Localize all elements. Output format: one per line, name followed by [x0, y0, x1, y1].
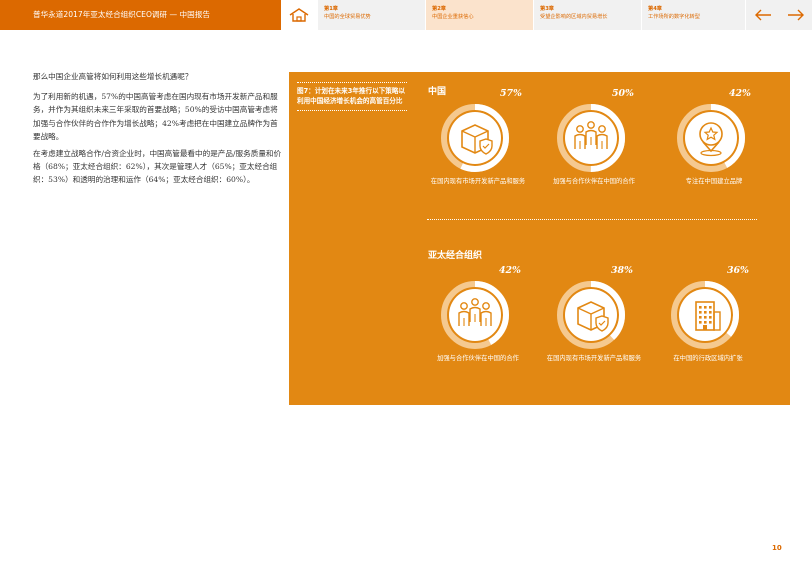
ring-center [679, 289, 731, 341]
chapter-number: 第4章 [648, 6, 662, 12]
stat-percent: 50% [612, 88, 634, 99]
stat-label: 加强与合作伙伴在中国的合作 [553, 178, 635, 185]
stat-ring [441, 104, 509, 172]
chapter-title: 工作场所的数字化转型 [648, 14, 700, 20]
intro-question: 那么中国企业高管将如何利用这些增长机遇呢？ [33, 72, 193, 81]
body-text: 那么中国企业高管将如何利用这些增长机遇呢？ 为了利用新的机遇，57%的中国高管考… [33, 70, 283, 191]
stat-label: 加强与合作伙伴在中国的合作 [437, 355, 519, 362]
stat-label: 在国内现有市场开发新产品和服务 [546, 355, 642, 362]
stat-ring [441, 281, 509, 349]
next-page-button[interactable] [785, 5, 807, 25]
ring-center [685, 112, 737, 164]
stat-label: 在中国的行政区域内扩张 [673, 355, 743, 362]
stat-percent: 42% [499, 265, 521, 276]
top-navigation: 普华永道2017年亚太经合组织CEO调研 — 中国报告 第1章 中国的全球贸易优… [0, 0, 812, 30]
chapter-number: 第3章 [540, 6, 554, 12]
chapter-tab-1[interactable]: 第1章 中国的全球贸易优势 [317, 0, 425, 30]
arrow-left-icon [754, 9, 771, 21]
paragraph-1: 为了利用新的机遇，57%的中国高管考虑在国内现有市场开发新产品和服务，并作为其组… [33, 92, 278, 141]
stat-percent: 38% [611, 265, 633, 276]
section-title-china: 中国 [428, 87, 447, 97]
chapter-tab-2[interactable]: 第2章 中国企业重获信心 [425, 0, 533, 30]
chapter-tab-4[interactable]: 第4章 工作场所的数字化转型 [641, 0, 745, 30]
stat-ring [557, 281, 625, 349]
chapter-tab-3[interactable]: 第3章 受望企影响的区域内贸易增长 [533, 0, 641, 30]
prev-page-button[interactable] [752, 5, 774, 25]
arrow-right-icon [787, 9, 804, 21]
page-number: 10 [772, 544, 782, 552]
figure-panel: 图7：计划在未来3年推行以下策略以利用中国经济增长机会的高管百分比 中国 亚太经… [289, 72, 790, 405]
chapter-number: 第1章 [324, 6, 338, 12]
stat-ring [557, 104, 625, 172]
stat-percent: 36% [727, 265, 749, 276]
section-divider [427, 219, 757, 220]
page-arrows [745, 0, 812, 30]
chapter-title: 中国企业重获信心 [432, 14, 474, 20]
chapter-number: 第2章 [432, 6, 446, 12]
home-icon [289, 8, 309, 22]
report-title: 普华永道2017年亚太经合组织CEO调研 — 中国报告 [0, 0, 281, 30]
section-title-apec: 亚太经合组织 [428, 251, 483, 261]
paragraph-2: 在考虑建立战略合作/合资企业时，中国高管最看中的是产品/服务质量和价格（68%；… [33, 149, 282, 185]
stat-percent: 57% [500, 88, 522, 99]
chapter-title: 中国的全球贸易优势 [324, 14, 371, 20]
stat-ring [671, 281, 739, 349]
home-button[interactable] [281, 0, 317, 30]
figure-title: 图7：计划在未来3年推行以下策略以利用中国经济增长机会的高管百分比 [297, 82, 407, 112]
stat-label: 在国内现有市场开发新产品和服务 [430, 178, 526, 185]
stat-label: 专注在中国建立品牌 [685, 178, 743, 185]
stat-percent: 42% [729, 88, 751, 99]
chapter-title: 受望企影响的区域内贸易增长 [540, 14, 608, 20]
stat-ring [677, 104, 745, 172]
